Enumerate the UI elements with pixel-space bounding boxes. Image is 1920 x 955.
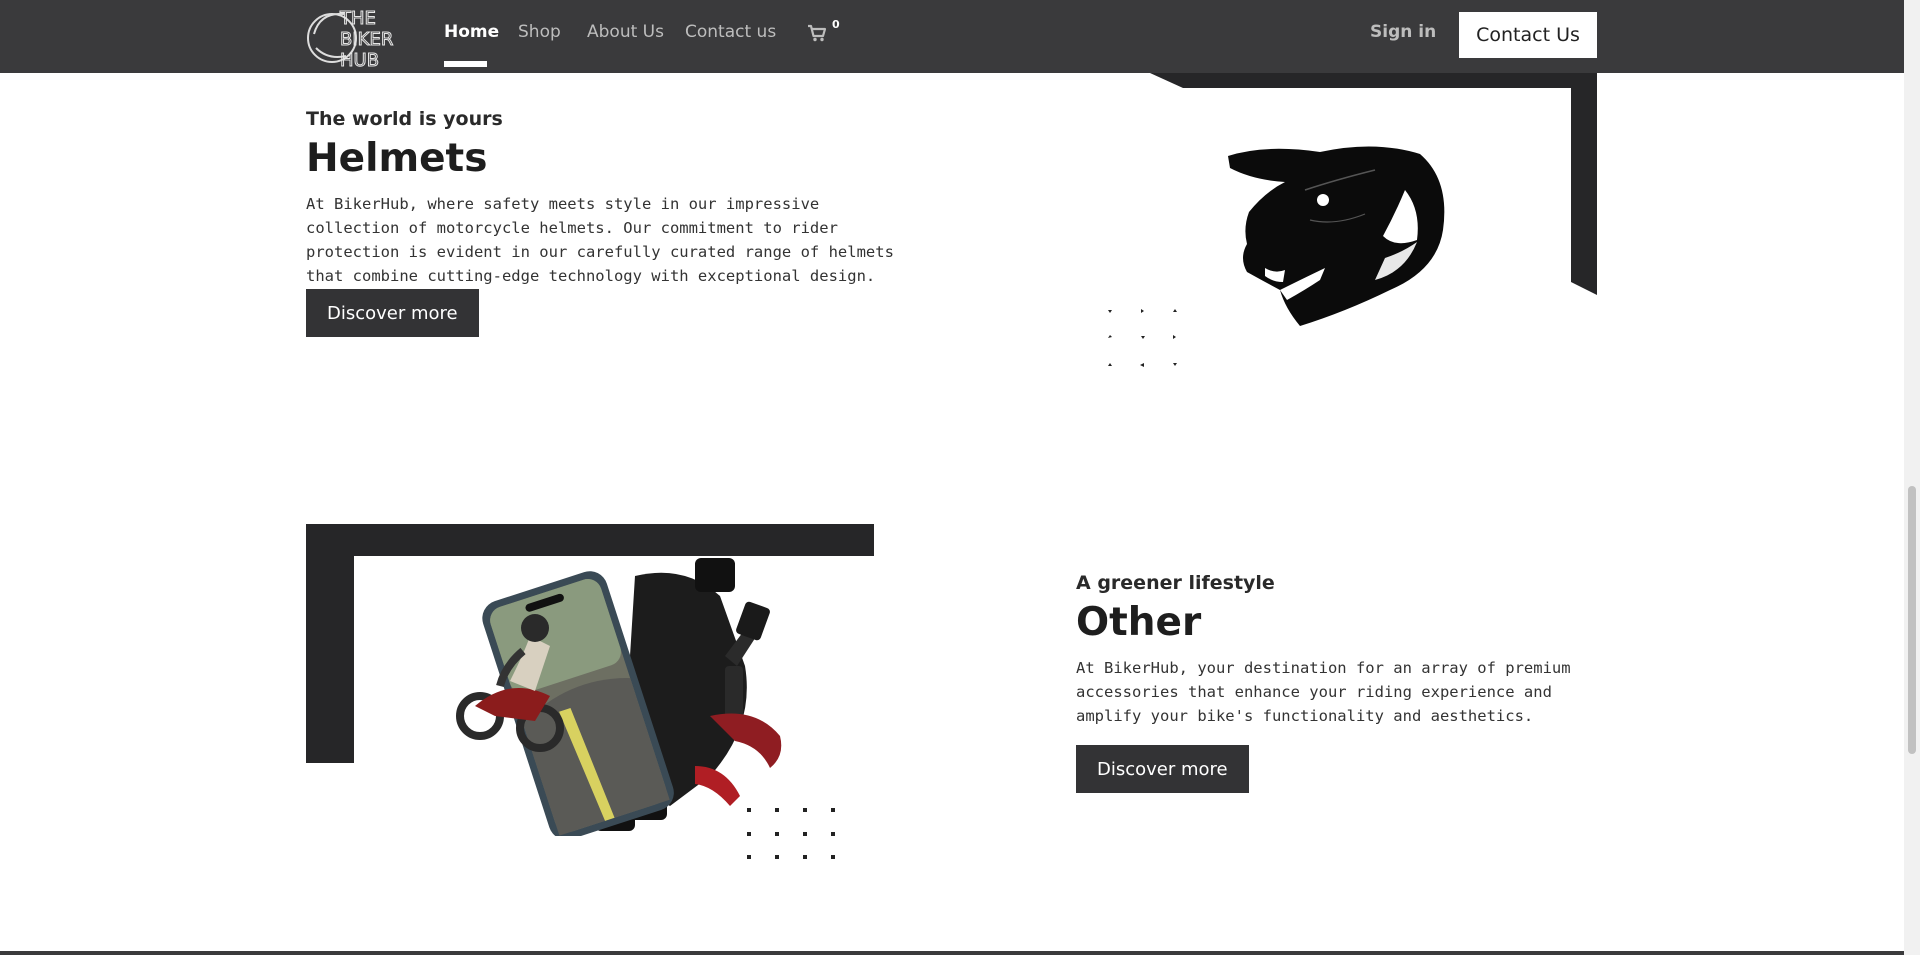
logo-line-2: BIKER: [340, 29, 393, 50]
helmets-description: At BikerHub, where safety meets style in…: [306, 192, 894, 288]
logo-line-3: HUB: [340, 50, 379, 70]
other-line-3: amplify your bike's functionality and ae…: [1076, 707, 1534, 725]
active-nav-indicator: [444, 61, 487, 67]
sign-in-link[interactable]: Sign in: [1370, 22, 1436, 42]
helmets-discover-button[interactable]: Discover more: [306, 289, 479, 337]
other-line-2: accessories that enhance your riding exp…: [1076, 683, 1552, 701]
nav-about-us[interactable]: About Us: [587, 22, 664, 42]
biker-hub-logo[interactable]: THE BIKER HUB: [306, 4, 406, 70]
helmets-kicker: The world is yours: [306, 108, 503, 130]
nav-home[interactable]: Home: [444, 22, 499, 42]
other-title: Other: [1076, 600, 1202, 645]
other-kicker: A greener lifestyle: [1076, 572, 1275, 594]
contact-us-button[interactable]: Contact Us: [1459, 12, 1597, 58]
phone-mount-icon: [456, 558, 782, 836]
page-scrollbar-track[interactable]: [1904, 0, 1920, 955]
top-navbar: THE BIKER HUB Home Shop About Us Contact…: [0, 0, 1904, 73]
cart-count-badge: 0: [832, 18, 840, 31]
other-discover-button[interactable]: Discover more: [1076, 745, 1249, 793]
helmet-icon: [1228, 146, 1445, 326]
other-description: At BikerHub, your destination for an arr…: [1076, 656, 1571, 728]
helmets-title: Helmets: [306, 136, 488, 181]
other-dot-grid: [747, 808, 835, 859]
other-frame-top: [306, 524, 874, 556]
nav-shop[interactable]: Shop: [518, 22, 561, 42]
cart-icon: [808, 24, 827, 42]
helmets-line-1: At BikerHub, where safety meets style in…: [306, 195, 820, 213]
helmets-line-3: protection is evident in our carefully c…: [306, 243, 894, 261]
other-line-1: At BikerHub, your destination for an arr…: [1076, 659, 1571, 677]
helmets-line-4: that combine cutting-edge technology wit…: [306, 267, 876, 285]
other-frame-left: [306, 524, 354, 763]
helmets-line-2: collection of motorcycle helmets. Our co…: [306, 219, 838, 237]
nav-contact-us[interactable]: Contact us: [685, 22, 776, 42]
footer-edge: [0, 951, 1904, 955]
page-scrollbar-thumb[interactable]: [1908, 486, 1916, 754]
cart-button[interactable]: 0: [807, 18, 843, 46]
logo-line-1: THE: [339, 8, 376, 29]
helmet-dot-grid: [1108, 309, 1177, 367]
